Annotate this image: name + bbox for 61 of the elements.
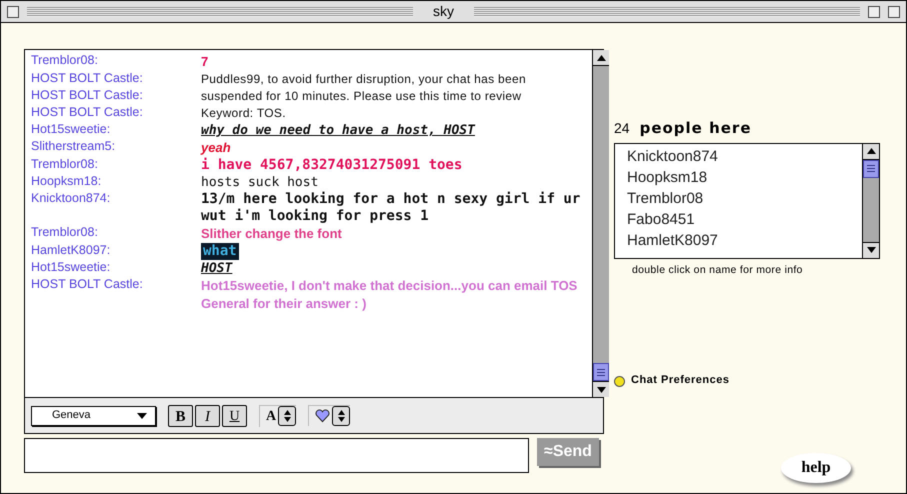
up-down-icon — [284, 410, 291, 422]
collapse-box-icon[interactable] — [888, 6, 900, 18]
up-down-icon — [338, 410, 345, 422]
font-name: Geneva — [51, 408, 91, 424]
chat-message: what — [203, 243, 237, 259]
chat-message: 13/m here looking for a hot n sexy girl if ur wut i'm looking for press 1 — [201, 191, 580, 224]
bold-button[interactable]: B — [168, 404, 193, 426]
chat-username: HOST BOLT Castle: — [31, 105, 144, 121]
chat-username: Tremblor08: — [31, 157, 99, 173]
chat-username: Tremblor08: — [31, 53, 99, 69]
scroll-up-icon[interactable] — [863, 144, 879, 160]
chat-message: Puddles99, to avoid further disruption, your chat has been — [201, 72, 526, 86]
chat-username: Hoopksm18: — [31, 174, 102, 190]
chat-message: Hot15sweetie, I don't make that decision...you can email TOS General for their answer : ) — [201, 278, 578, 311]
scroll-thumb[interactable] — [863, 160, 879, 178]
text-size-label: A — [266, 408, 276, 426]
chat-username: Slitherstream5: — [31, 139, 116, 155]
caret-icon — [137, 412, 147, 418]
chat-message: HOST — [201, 261, 232, 276]
message-input[interactable] — [24, 438, 529, 473]
close-box-icon[interactable] — [7, 6, 19, 18]
chat-username: Hot15sweetie: — [31, 122, 112, 138]
help-button[interactable]: help — [781, 453, 851, 483]
chat-message: i have 4567,83274031275091 toes — [201, 157, 462, 173]
chat-username: HamletK8097: — [31, 243, 112, 259]
zoom-box-icon[interactable] — [868, 6, 880, 18]
chat-message: 7 — [201, 54, 208, 69]
scroll-down-icon[interactable] — [863, 242, 879, 258]
chat-username: Tremblor08: — [31, 225, 99, 241]
underline-button[interactable]: U — [222, 404, 247, 426]
person-name[interactable]: Tremblor08 — [627, 188, 850, 208]
chat-username: HOST BOLT Castle: — [31, 71, 144, 87]
chat-message: why do we need to have a host, HOST — [201, 123, 475, 138]
heart-icon — [315, 409, 330, 423]
chat-scrollbar[interactable] — [592, 50, 609, 397]
chat-username: Knicktoon874: — [31, 191, 112, 207]
chat-username: HOST BOLT Castle: — [31, 277, 144, 293]
people-label: people here — [640, 118, 752, 139]
font-dropdown[interactable]: Geneva — [31, 406, 156, 426]
bullet-icon — [614, 376, 625, 388]
chat-username: Hot15sweetie: — [31, 260, 112, 276]
italic-button[interactable]: I — [195, 404, 220, 426]
color-stepper[interactable] — [332, 406, 350, 426]
person-name[interactable]: Knicktoon874 — [627, 146, 850, 166]
list-hint: double click on name for more info — [632, 262, 804, 278]
chat-message: yeah — [201, 140, 231, 155]
scroll-thumb[interactable] — [593, 363, 609, 381]
chat-message: Keyword: TOS. — [201, 106, 286, 120]
person-name[interactable]: HamletK8097 — [627, 230, 850, 250]
scroll-down-icon[interactable] — [593, 381, 609, 397]
size-stepper[interactable] — [278, 406, 296, 426]
people-scrollbar[interactable] — [862, 144, 879, 258]
chat-message: Slither change the font — [201, 226, 342, 241]
scroll-up-icon[interactable] — [593, 50, 609, 66]
person-name[interactable]: Hoopksm18 — [627, 166, 850, 188]
chat-username: HOST BOLT Castle: — [31, 88, 144, 104]
chat-message: hosts suck host — [201, 175, 318, 190]
chat-preferences-link[interactable]: Chat Preferences — [614, 374, 881, 388]
person-name[interactable]: Fabo8451 — [627, 208, 850, 230]
people-count: 24 — [614, 119, 630, 138]
chat-message: suspended for 10 minutes. Please use this time to review — [201, 89, 522, 103]
